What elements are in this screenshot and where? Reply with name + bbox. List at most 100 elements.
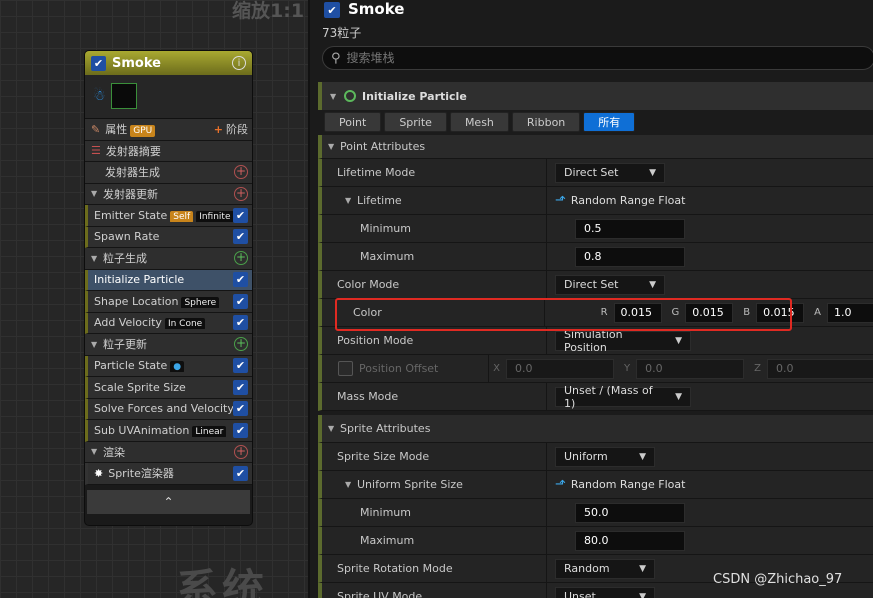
row-color-mode: Color Mode Direct Set ▼ bbox=[318, 271, 873, 299]
collapse-arrow-icon[interactable]: ▼ bbox=[328, 424, 340, 433]
preview-image bbox=[111, 83, 137, 109]
add-module-icon[interactable]: + bbox=[234, 165, 248, 180]
module-enable-checkbox[interactable]: ✔ bbox=[233, 401, 248, 417]
collapse-arrow-icon[interactable]: ▼ bbox=[345, 480, 357, 489]
module-initialize-particle[interactable]: Initialize Particle ✔ bbox=[85, 269, 252, 291]
self-badge: Self bbox=[170, 210, 194, 222]
sprite-size-mode-dropdown[interactable]: Uniform ▼ bbox=[555, 446, 655, 467]
color-g-input[interactable]: 0.015 bbox=[685, 302, 734, 323]
uniform-size-function[interactable]: ⬏ Random Range Float bbox=[555, 477, 685, 492]
sprite-uv-mode-dropdown[interactable]: Unset ▼ bbox=[555, 586, 655, 598]
module-spawn-rate[interactable]: Spawn Rate ✔ bbox=[85, 226, 252, 248]
position-offset-checkbox[interactable] bbox=[338, 361, 353, 376]
category-sprite-attributes[interactable]: ▼ Sprite Attributes bbox=[318, 415, 873, 443]
module-enable-checkbox[interactable]: ✔ bbox=[233, 315, 248, 331]
node-row-particle-spawn[interactable]: ▼ 粒子生成 + bbox=[85, 248, 252, 270]
chevron-down-icon: ▼ bbox=[639, 563, 646, 574]
module-enable-checkbox[interactable]: ✔ bbox=[233, 272, 248, 288]
collapse-arrow-icon[interactable]: ▼ bbox=[330, 92, 344, 101]
module-sprite-renderer[interactable]: ✸ Sprite渲染器 ✔ bbox=[85, 463, 252, 485]
row-sprite-maximum: Maximum 80.0 bbox=[318, 527, 873, 555]
add-module-icon[interactable]: + bbox=[234, 337, 248, 352]
collapse-arrow-icon[interactable]: ▼ bbox=[91, 189, 103, 198]
sprite-maximum-input[interactable]: 80.0 bbox=[575, 530, 685, 551]
tab-ribbon[interactable]: Ribbon bbox=[511, 112, 581, 132]
lifetime-function[interactable]: ⬏ Random Range Float bbox=[555, 193, 685, 208]
node-row-particle-update[interactable]: ▼ 粒子更新 + bbox=[85, 334, 252, 356]
collapse-arrow-icon[interactable]: ▼ bbox=[345, 196, 357, 205]
module-scale-sprite-size[interactable]: Scale Sprite Size ✔ bbox=[85, 377, 252, 399]
module-sub-uv-animation[interactable]: Sub UVAnimation Linear ✔ bbox=[85, 420, 252, 442]
module-enable-checkbox[interactable]: ✔ bbox=[233, 422, 248, 438]
emitter-enable-checkbox[interactable]: ✔ bbox=[324, 2, 340, 18]
module-enable-checkbox[interactable]: ✔ bbox=[233, 465, 248, 481]
module-enable-checkbox[interactable]: ✔ bbox=[233, 293, 248, 309]
module-add-velocity[interactable]: Add Velocity In Cone ✔ bbox=[85, 312, 252, 334]
node-graph[interactable]: 缩放1:1 系统 ✔ Smoke i ☃ ✎ 属性 GPU + 阶段 ☰ 发射器摘… bbox=[0, 0, 308, 598]
module-enable-checkbox[interactable]: ✔ bbox=[233, 229, 248, 245]
module-section-header[interactable]: ▼ Initialize Particle bbox=[318, 82, 873, 110]
plus-icon: + bbox=[213, 122, 223, 136]
module-enable-checkbox[interactable]: ✔ bbox=[233, 207, 248, 223]
tab-mesh[interactable]: Mesh bbox=[449, 112, 509, 132]
position-offset-x-input[interactable]: 0.0 bbox=[506, 358, 615, 379]
node-row-emitter-spawn[interactable]: 发射器生成 + bbox=[85, 162, 252, 184]
module-label: Add Velocity bbox=[94, 316, 162, 330]
module-status-icon bbox=[344, 90, 356, 102]
color-r-input[interactable]: 0.015 bbox=[613, 302, 662, 323]
add-module-icon[interactable]: + bbox=[234, 444, 248, 459]
sprite-attributes: ▼ Sprite Attributes Sprite Size Mode Unif… bbox=[318, 415, 873, 598]
position-offset-y-input[interactable]: 0.0 bbox=[636, 358, 745, 379]
node-header[interactable]: ✔ Smoke i bbox=[85, 51, 252, 75]
module-label: Particle State bbox=[94, 359, 168, 373]
position-offset-z-input[interactable]: 0.0 bbox=[767, 358, 873, 379]
lifetime-mode-dropdown[interactable]: Direct Set ▼ bbox=[555, 162, 665, 183]
color-mode-dropdown[interactable]: Direct Set ▼ bbox=[555, 274, 665, 295]
collapse-arrow-icon[interactable]: ▼ bbox=[91, 254, 103, 263]
node-row-render[interactable]: ▼ 渲染 + bbox=[85, 441, 252, 463]
node-row-emitter-summary[interactable]: ☰ 发射器摘要 bbox=[85, 140, 252, 162]
search-input[interactable] bbox=[346, 51, 827, 65]
sprite-minimum-input[interactable]: 50.0 bbox=[575, 502, 685, 523]
node-row-emitter-update[interactable]: ▼ 发射器更新 + bbox=[85, 183, 252, 205]
lifetime-minimum-input[interactable]: 0.5 bbox=[575, 218, 685, 239]
module-emitter-state[interactable]: Emitter State Self Infinite ✔ bbox=[85, 205, 252, 227]
add-module-icon[interactable]: + bbox=[234, 186, 248, 201]
mass-mode-dropdown[interactable]: Unset / (Mass of 1) ▼ bbox=[555, 384, 691, 410]
add-module-icon[interactable]: + bbox=[234, 251, 248, 266]
lifetime-maximum-input[interactable]: 0.8 bbox=[575, 246, 685, 267]
collapse-arrow-icon[interactable]: ▼ bbox=[328, 142, 340, 151]
category-point-attributes[interactable]: ▼ Point Attributes bbox=[318, 135, 873, 159]
linear-badge: Linear bbox=[192, 425, 227, 437]
color-a-input[interactable]: 1.0 bbox=[827, 302, 873, 323]
graph-watermark: 系统 bbox=[176, 565, 269, 598]
module-particle-state[interactable]: Particle State ● ✔ bbox=[85, 355, 252, 377]
module-enable-checkbox[interactable]: ✔ bbox=[233, 379, 248, 395]
collapse-arrow-icon[interactable]: ▼ bbox=[91, 340, 103, 349]
sprite-rotation-mode-dropdown[interactable]: Random ▼ bbox=[555, 558, 655, 579]
info-icon[interactable]: i bbox=[232, 56, 246, 70]
properties-label: 属性 bbox=[105, 123, 128, 137]
position-mode-dropdown[interactable]: Simulation Position ▼ bbox=[555, 328, 691, 354]
color-b-input[interactable]: 0.015 bbox=[756, 302, 805, 323]
tab-all[interactable]: 所有 bbox=[583, 112, 636, 132]
brush-icon: ✎ bbox=[91, 122, 101, 136]
attribute-tabs: Point Sprite Mesh Ribbon 所有 bbox=[324, 112, 636, 132]
panel-title: Smoke bbox=[348, 0, 405, 18]
node-enable-checkbox[interactable]: ✔ bbox=[91, 55, 106, 71]
collapse-node-button[interactable]: ⌃ bbox=[87, 489, 250, 514]
tab-point[interactable]: Point bbox=[324, 112, 382, 132]
node-row-properties[interactable]: ✎ 属性 GPU + 阶段 bbox=[85, 119, 252, 141]
module-enable-checkbox[interactable]: ✔ bbox=[233, 358, 248, 374]
row-position-offset: Position Offset X 0.0 Y 0.0 Z 0.0 bbox=[318, 355, 873, 383]
stack-search[interactable]: ⚲ bbox=[322, 46, 873, 70]
search-icon: ⚲ bbox=[331, 50, 341, 66]
module-solve-forces[interactable]: Solve Forces and Velocity ✔ bbox=[85, 398, 252, 420]
tab-sprite[interactable]: Sprite bbox=[384, 112, 447, 132]
emitter-node[interactable]: ✔ Smoke i ☃ ✎ 属性 GPU + 阶段 ☰ 发射器摘要 发射器生成 +… bbox=[84, 50, 253, 526]
collapse-arrow-icon[interactable]: ▼ bbox=[91, 447, 103, 456]
channel-r-label: R bbox=[600, 307, 608, 318]
stage-button[interactable]: 阶段 bbox=[226, 121, 248, 137]
module-shape-location[interactable]: Shape Location Sphere ✔ bbox=[85, 291, 252, 313]
row-color: Color R 0.015 G 0.015 B 0.015 A 1.0 bbox=[318, 299, 873, 327]
